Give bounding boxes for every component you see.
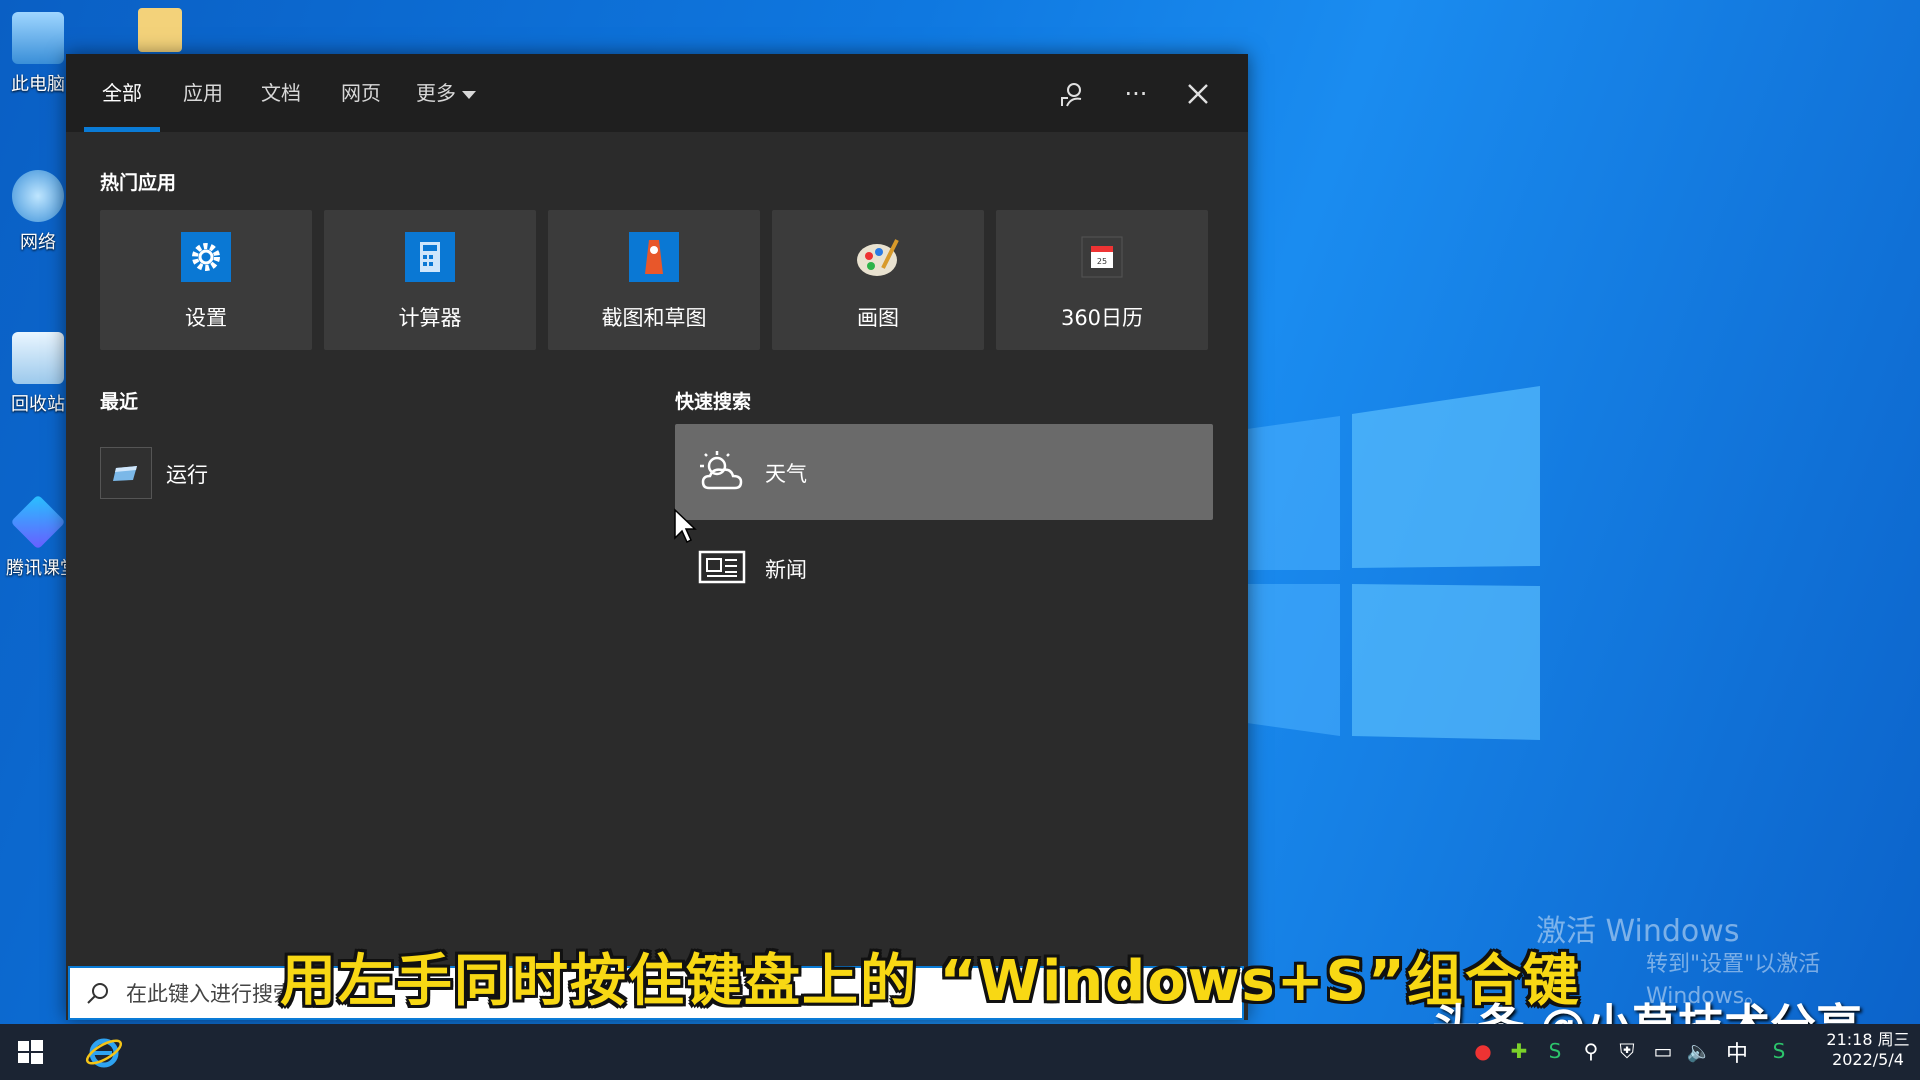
app-tile-label: 截图和草图: [601, 306, 707, 330]
windows-wallpaper-logo: [1240, 386, 1540, 740]
tab-all[interactable]: 全部: [84, 54, 160, 132]
weather-icon: [700, 451, 743, 490]
tray-volume-icon[interactable]: 🔈: [1686, 1038, 1712, 1064]
tray-plus-icon[interactable]: ✚: [1506, 1038, 1532, 1064]
more-options-icon[interactable]: ···: [1116, 74, 1156, 114]
desktop-icon-recycle-bin[interactable]: 回收站: [6, 332, 70, 416]
computer-icon: [12, 12, 64, 64]
desktop-folder-icon[interactable]: [138, 8, 182, 52]
settings-gear-icon: [181, 232, 231, 282]
calendar-360-icon: 25: [1081, 236, 1123, 278]
quick-search-news[interactable]: 新闻: [675, 520, 1213, 616]
tab-apps[interactable]: 应用: [170, 54, 236, 132]
popular-apps-title: 热门应用: [100, 172, 177, 194]
clock-time: 21:18 周三: [1826, 1030, 1910, 1049]
close-icon[interactable]: [1178, 74, 1218, 114]
app-tile-settings[interactable]: 设置: [100, 210, 312, 350]
paint-palette-icon: [857, 239, 899, 276]
app-tile-snip-sketch[interactable]: 截图和草图: [548, 210, 760, 350]
feedback-icon[interactable]: [1052, 74, 1092, 114]
tray-sogou-icon[interactable]: S: [1766, 1038, 1792, 1064]
desktop-icon-network[interactable]: 网络: [6, 170, 70, 254]
app-tile-paint[interactable]: 画图: [772, 210, 984, 350]
chevron-down-icon: [462, 90, 476, 99]
recent-item-run[interactable]: 运行: [100, 447, 600, 503]
windows-start-icon[interactable]: [10, 1032, 50, 1072]
app-tile-label: 计算器: [398, 306, 462, 330]
internet-explorer-icon[interactable]: [84, 1032, 124, 1072]
recent-item-label: 运行: [166, 463, 208, 487]
clock-date: 2022/5/4: [1832, 1050, 1904, 1069]
mouse-pointer-icon: [674, 508, 697, 544]
tray-shield-icon[interactable]: ⛨: [1614, 1038, 1640, 1064]
recycle-bin-icon: [12, 332, 64, 384]
tray-security-icon[interactable]: S: [1542, 1038, 1568, 1064]
recent-title: 最近: [100, 391, 139, 413]
tray-record-icon[interactable]: ●: [1470, 1038, 1496, 1064]
snip-sketch-icon: [629, 232, 679, 282]
app-tile-label: 360日历: [1060, 306, 1144, 330]
quick-search-label: 新闻: [765, 558, 807, 582]
taskbar-clock[interactable]: 21:18 周三 2022/5/4: [1820, 1030, 1916, 1070]
tab-web[interactable]: 网页: [328, 54, 394, 132]
taskbar: ● ✚ S ⚲ ⛨ ▭ 🔈 中 S 21:18 周三 2022/5/4: [0, 1024, 1920, 1080]
windows-search-panel: 全部 应用 文档 网页 更多 ··· 热门应用 设置 计算器 截图和草图 画图 …: [66, 54, 1248, 1020]
quick-search-title: 快速搜索: [675, 391, 752, 413]
desktop-icon-this-pc[interactable]: 此电脑: [6, 12, 70, 96]
app-tile-360-calendar[interactable]: 25 360日历: [996, 210, 1208, 350]
tray-display-icon[interactable]: ▭: [1650, 1038, 1676, 1064]
search-icon: [87, 983, 108, 1004]
app-tile-label: 画图: [857, 306, 899, 330]
run-dialog-icon: [100, 447, 152, 499]
tab-more-dropdown[interactable]: 更多: [406, 54, 486, 132]
tab-documents[interactable]: 文档: [248, 54, 314, 132]
app-tile-calculator[interactable]: 计算器: [324, 210, 536, 350]
app-tile-label: 设置: [185, 306, 227, 330]
news-icon: [698, 550, 746, 584]
active-tab-indicator: [84, 127, 160, 132]
tray-network-icon[interactable]: ⚲: [1578, 1038, 1604, 1064]
network-icon: [12, 170, 64, 222]
svg-text:25: 25: [1097, 257, 1107, 266]
desktop-icon-tencent-classroom[interactable]: 腾讯课堂: [6, 494, 78, 580]
search-tabs-bar: 全部 应用 文档 网页 更多 ···: [66, 54, 1248, 132]
quick-search-label: 天气: [765, 462, 807, 486]
quick-search-weather[interactable]: 天气: [675, 424, 1213, 520]
video-subtitle: 用左手同时按住键盘上的 “Windows+S”组合键: [280, 949, 1581, 1014]
tray-ime-indicator[interactable]: 中: [1726, 1036, 1748, 1068]
calculator-icon: [405, 232, 455, 282]
tencent-classroom-icon: [10, 494, 66, 550]
